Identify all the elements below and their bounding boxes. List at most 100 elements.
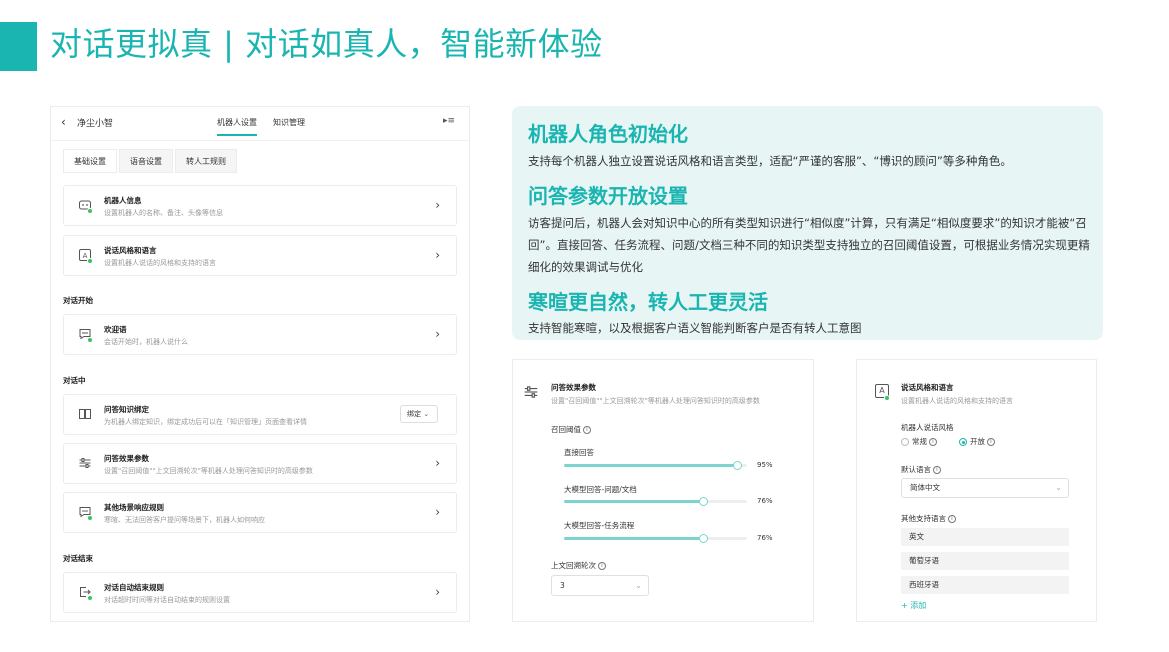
back-chevron-icon[interactable]: ‹: [61, 115, 66, 129]
app-name: 净尘小智: [77, 119, 114, 129]
card-desc: 设置"召回阈值""上文回溯轮次"等机器人处理问答知识时的高级参数: [104, 467, 313, 475]
slider-fill: [564, 537, 704, 540]
panel-desc: 设置"召回阈值""上文回溯轮次"等机器人处理问答知识时的高级参数: [551, 397, 760, 405]
other-scenarios-card[interactable]: 其他场景响应规则 寒暄、无法回答客户提问等场景下，机器人如何响应 ›: [63, 492, 457, 533]
slider-value: 76%: [757, 497, 773, 505]
slider-label: 直接回答: [564, 448, 594, 457]
default-lang-label: 默认语言 i: [901, 464, 941, 475]
qa-params-card[interactable]: 问答效果参数 设置"召回阈值""上文回溯轮次"等机器人处理问答知识时的高级参数 …: [63, 443, 457, 484]
sliders-icon: [523, 384, 539, 404]
status-dot: [884, 395, 890, 401]
qa-params-panel: 问答效果参数 设置"召回阈值""上文回溯轮次"等机器人处理问答知识时的高级参数 …: [512, 359, 814, 622]
radio-open[interactable]: 开放 i: [959, 436, 995, 447]
card-desc: 会话开始时，机器人说什么: [104, 338, 188, 346]
rounds-label: 上文回溯轮次 i: [551, 560, 606, 571]
card-title: 问答知识绑定: [104, 405, 149, 414]
info-icon[interactable]: i: [929, 438, 937, 446]
default-lang-label-text: 默认语言: [901, 465, 931, 474]
other-lang-label-text: 其他支持语言: [901, 514, 946, 523]
radio-circle-selected: [959, 438, 967, 446]
add-language-link[interactable]: + 添加: [901, 600, 926, 611]
panel-top-bar: ‹ 净尘小智 机器人设置 知识管理 ▸≡: [51, 107, 469, 141]
info-icon[interactable]: i: [583, 426, 591, 434]
bind-label: 绑定: [407, 410, 421, 418]
slider-label: 大模型回答-问题/文档: [564, 485, 637, 494]
slider-value: 95%: [757, 461, 773, 469]
style-language-panel: A 说话风格和语言 设置机器人说话的风格和支持的语言 机器人说话风格 常规 i 开…: [856, 359, 1097, 622]
style-language-card[interactable]: A 说话风格和语言 设置机器人说话的风格和支持的语言 ›: [63, 235, 457, 276]
section-conversation-start: 对话开始: [63, 296, 93, 305]
auto-end-card[interactable]: 对话自动结束规则 对话超时时间等对话自动结束的规则设置 ›: [63, 572, 457, 613]
threshold-label: 召回阈值 i: [551, 424, 591, 435]
page: 对话更拟真 | 对话如真人，智能新体验 ‹ 净尘小智 机器人设置 知识管理 ▸≡…: [0, 0, 1169, 652]
language-item[interactable]: 葡萄牙语: [901, 552, 1069, 570]
other-lang-label: 其他支持语言 i: [901, 513, 956, 524]
info-icon[interactable]: i: [933, 466, 941, 474]
slider-handle[interactable]: [733, 461, 743, 470]
sub-tab-bar: 基础设置 语音设置 转人工规则: [63, 149, 239, 173]
collapse-menu-icon[interactable]: ▸≡: [443, 116, 455, 126]
panel-title: 问答效果参数: [551, 383, 596, 392]
radio-label: 常规: [912, 437, 927, 446]
card-desc: 为机器人绑定知识，绑定成功后可以在「知识管理」页面查看详情: [104, 418, 307, 426]
language-item[interactable]: 西班牙语: [901, 576, 1069, 594]
slider-handle[interactable]: [698, 497, 708, 506]
status-dot: [87, 595, 93, 601]
subtab-voice-settings[interactable]: 语音设置: [119, 149, 173, 173]
feature-text: 支持智能寒暄，以及根据客户语义智能判断客户是否有转人工意图: [528, 321, 862, 335]
slider-fill: [564, 500, 704, 503]
rounds-value: 3: [560, 581, 565, 590]
chevron-right-icon: ›: [435, 327, 440, 341]
direct-answer-slider[interactable]: [564, 461, 747, 470]
info-icon[interactable]: i: [948, 515, 956, 523]
feature-description-box: 机器人角色初始化 支持每个机器人独立设置说话风格和语言类型，适配“严谨的客服”、…: [512, 106, 1103, 340]
rounds-label-text: 上文回溯轮次: [551, 561, 596, 570]
panel-desc: 设置机器人说话的风格和支持的语言: [901, 397, 1013, 405]
section-conversation-middle: 对话中: [63, 376, 86, 385]
info-icon[interactable]: i: [987, 438, 995, 446]
radio-regular[interactable]: 常规 i: [901, 436, 937, 447]
tab-robot-settings[interactable]: 机器人设置: [217, 117, 257, 136]
subtab-basic-settings[interactable]: 基础设置: [63, 149, 117, 173]
card-desc: 设置机器人的名称、备注、头像等信息: [104, 209, 223, 217]
welcome-message-card[interactable]: 欢迎语 会话开始时，机器人说什么 ›: [63, 314, 457, 355]
status-dot: [87, 515, 93, 521]
threshold-label-text: 召回阈值: [551, 425, 581, 434]
slider-fill: [564, 464, 738, 467]
robot-info-card[interactable]: 机器人信息 设置机器人的名称、备注、头像等信息 ›: [63, 185, 457, 226]
tab-knowledge-management[interactable]: 知识管理: [273, 117, 305, 128]
feature-heading: 问答参数开放设置: [528, 184, 688, 208]
bind-dropdown[interactable]: 绑定 ⌄: [400, 405, 438, 423]
chevron-right-icon: ›: [435, 248, 440, 262]
chevron-down-icon: ⌄: [423, 410, 430, 418]
radio-label: 开放: [970, 437, 985, 446]
knowledge-binding-card[interactable]: 问答知识绑定 为机器人绑定知识，绑定成功后可以在「知识管理」页面查看详情 绑定 …: [63, 394, 457, 435]
slider-value: 76%: [757, 534, 773, 542]
chevron-right-icon: ›: [435, 456, 440, 470]
radio-circle: [901, 438, 909, 446]
card-title: 欢迎语: [104, 325, 127, 334]
card-desc: 设置机器人说话的风格和支持的语言: [104, 259, 216, 267]
feature-heading: 机器人角色初始化: [528, 122, 688, 146]
chevron-right-icon: ›: [435, 505, 440, 519]
chevron-right-icon: ›: [435, 198, 440, 212]
default-language-select[interactable]: 简体中文 ⌄: [901, 478, 1069, 498]
chevron-down-icon: ⌄: [635, 581, 642, 590]
slider-handle[interactable]: [698, 534, 708, 543]
llm-doc-slider[interactable]: [564, 497, 747, 506]
robot-settings-panel: ‹ 净尘小智 机器人设置 知识管理 ▸≡ 基础设置 语音设置 转人工规则 机器人…: [50, 106, 470, 622]
section-conversation-end: 对话结束: [63, 554, 93, 563]
feature-text: 访客提问后，机器人会对知识中心的所有类型知识进行“相似度”计算，只有满足“相似度…: [528, 216, 1090, 274]
info-icon[interactable]: i: [598, 562, 606, 570]
slider-label: 大模型回答-任务流程: [564, 521, 635, 530]
subtab-transfer-rules[interactable]: 转人工规则: [175, 149, 237, 173]
llm-task-slider[interactable]: [564, 534, 747, 543]
rounds-select[interactable]: 3 ⌄: [551, 575, 649, 596]
language-item[interactable]: 英文: [901, 528, 1069, 546]
accent-bar: [0, 22, 37, 71]
style-label: 机器人说话风格: [901, 423, 954, 432]
chevron-right-icon: ›: [435, 585, 440, 599]
panel-title: 说话风格和语言: [901, 383, 954, 392]
sliders-icon: [78, 456, 92, 470]
chevron-down-icon: ⌄: [1055, 483, 1062, 492]
